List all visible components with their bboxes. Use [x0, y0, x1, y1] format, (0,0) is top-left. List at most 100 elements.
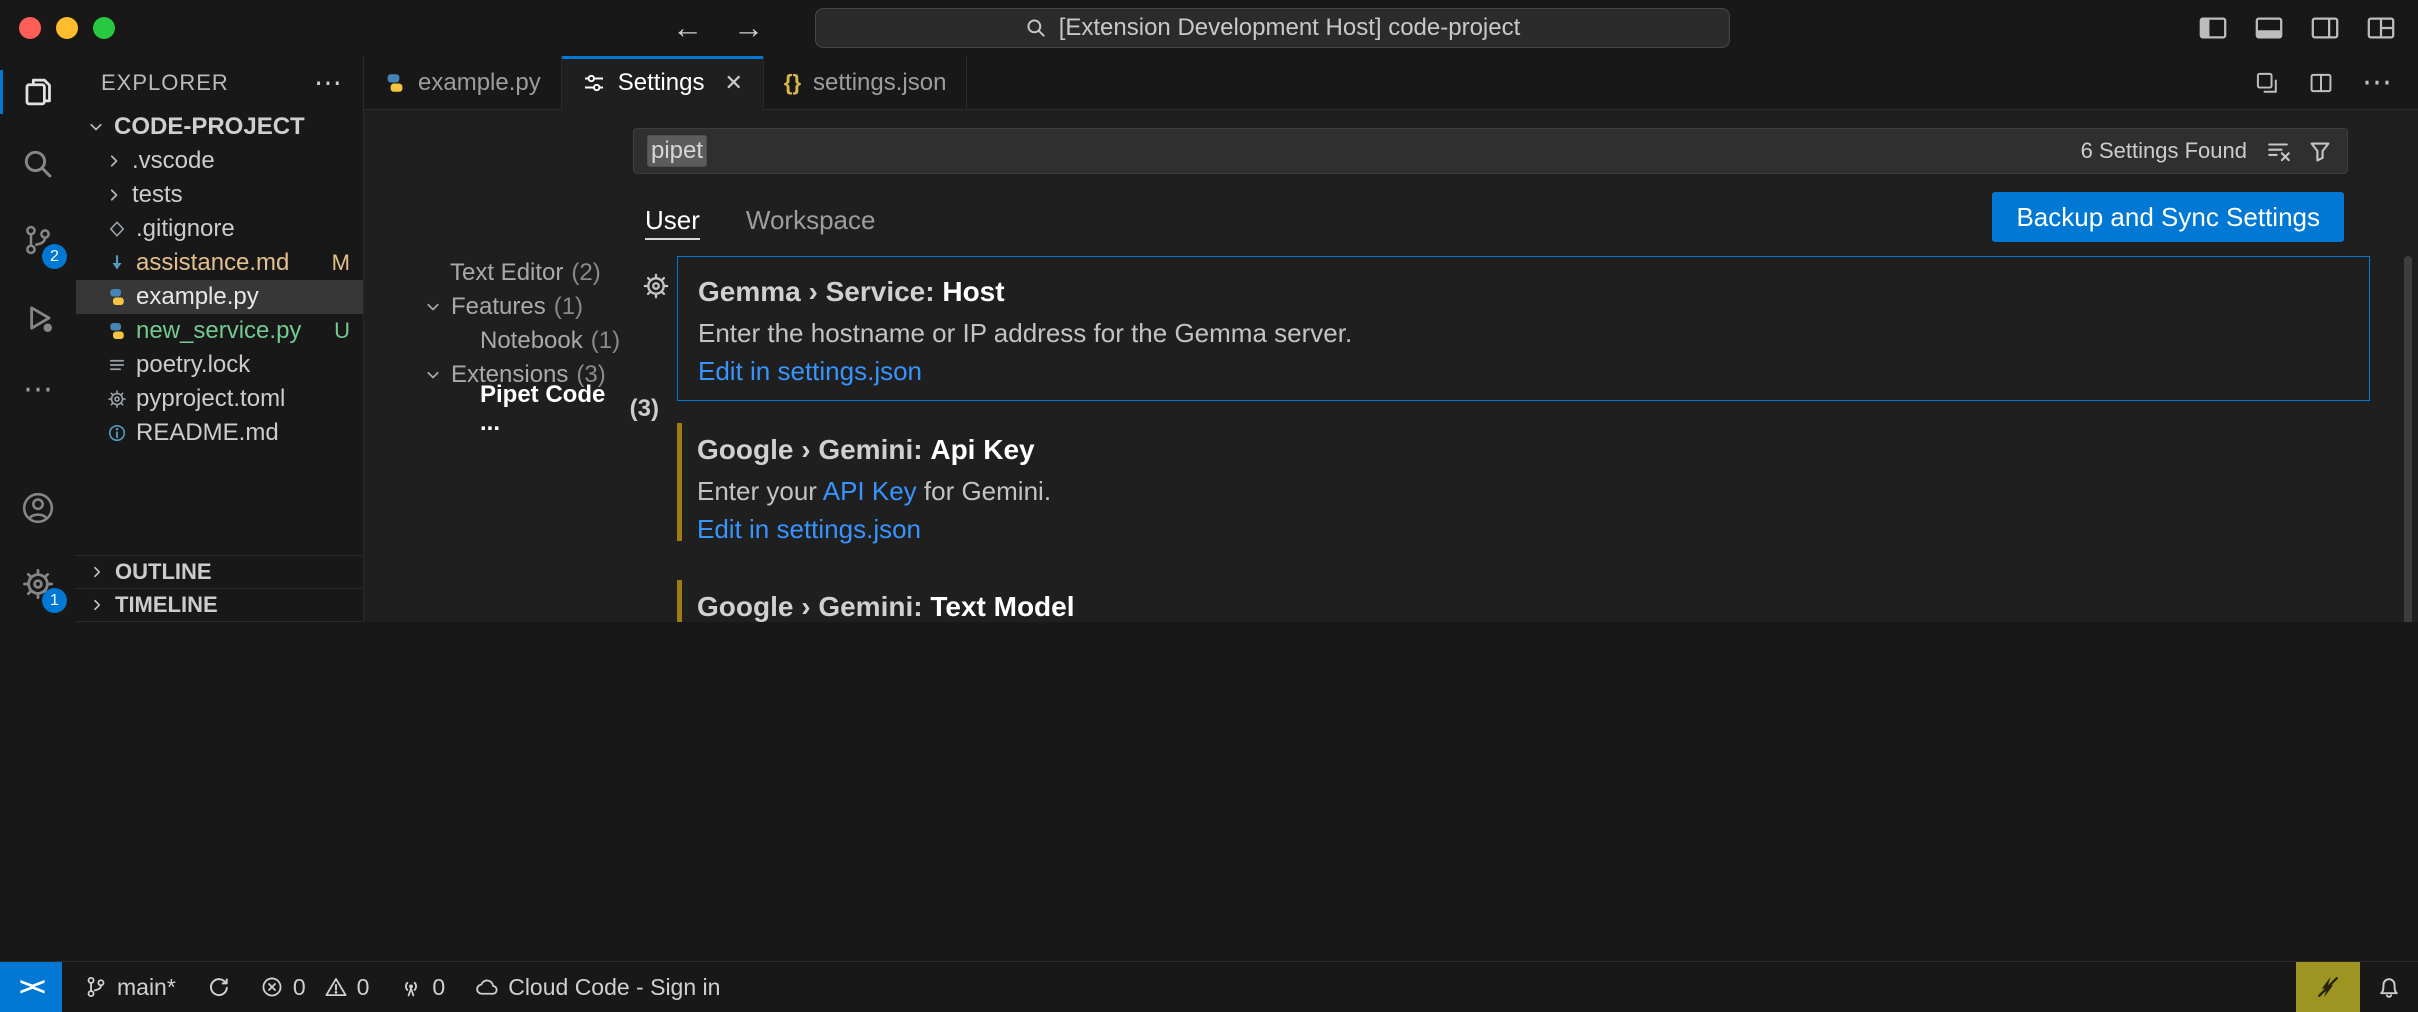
chevron-down-icon [423, 297, 443, 317]
scope-tab-user[interactable]: User [645, 194, 700, 246]
close-tab-icon[interactable]: ✕ [724, 70, 742, 96]
edit-in-settings-json-link[interactable]: Edit in settings.json [697, 514, 921, 544]
sidebar-title: EXPLORER [101, 70, 229, 96]
file-tree: CODE-PROJECT .vscode tests .gitignore as… [76, 110, 363, 450]
remote-indicator[interactable]: >< [0, 962, 62, 1012]
git-untracked-badge: U [334, 318, 350, 344]
tree-file-example-py[interactable]: example.py [76, 280, 363, 314]
vscode-window: ← → [Extension Development Host] code-pr… [0, 0, 2418, 1012]
clear-filters-icon[interactable] [2265, 138, 2291, 164]
accounts-button[interactable] [0, 472, 76, 544]
settings-list: Gemma › Service: Host Enter the hostname… [677, 256, 2370, 622]
title-bar: ← → [Extension Development Host] code-pr… [0, 0, 2418, 57]
cloud-icon [475, 975, 499, 999]
toc-features[interactable]: Features (1) [411, 290, 663, 324]
editor-more-actions-icon[interactable]: ⋯ [2362, 68, 2392, 98]
files-icon [21, 75, 55, 109]
search-value: pipet [648, 136, 706, 166]
tree-file-gitignore[interactable]: .gitignore [76, 212, 363, 246]
errors-icon [260, 975, 284, 999]
toml-file-icon [106, 389, 128, 409]
tab-example-py[interactable]: example.py [364, 56, 562, 110]
settings-search-input[interactable]: pipet 6 Settings Found [633, 128, 2348, 174]
tab-settings-json[interactable]: {} settings.json [764, 56, 968, 110]
history-forward-icon[interactable]: → [733, 10, 764, 46]
settings-found-count: 6 Settings Found [2081, 138, 2247, 164]
toc-pipet-code[interactable]: Pipet Code ... (3) [411, 392, 663, 426]
source-control-view-button[interactable]: 2 [0, 204, 76, 276]
settings-toc: Text Editor (2) Features (1) Notebook (1… [411, 256, 663, 426]
setting-gemma-service-host[interactable]: Gemma › Service: Host Enter the hostname… [677, 256, 2370, 401]
tree-file-new-service-py[interactable]: new_service.py U [76, 314, 363, 348]
cloud-code-status-item[interactable]: Cloud Code - Sign in [475, 974, 720, 1001]
manage-button[interactable]: 1 [0, 548, 76, 620]
toc-text-editor[interactable]: Text Editor (2) [411, 256, 663, 290]
chevron-right-icon [88, 563, 106, 581]
tree-file-assistance-md[interactable]: assistance.md M [76, 246, 363, 280]
toc-notebook[interactable]: Notebook (1) [411, 324, 663, 358]
explorer-more-actions-icon[interactable]: ⋯ [314, 69, 343, 97]
open-changes-icon[interactable] [2254, 70, 2280, 96]
settings-editor: pipet 6 Settings Found User Workspace Ba… [364, 110, 2418, 622]
sync-icon [206, 975, 230, 999]
minimize-window-button[interactable] [56, 17, 78, 39]
branch-status-item[interactable]: main* [84, 974, 176, 1001]
explorer-sidebar: EXPLORER ⋯ CODE-PROJECT .vscode tests .g… [76, 56, 364, 622]
editor-group: example.py Settings ✕ {} settings.json ⋯… [364, 56, 2418, 622]
notifications-button[interactable] [2360, 962, 2418, 1012]
activity-bar: 2 ⋯ 1 [0, 56, 76, 622]
tree-root-code-project[interactable]: CODE-PROJECT [76, 110, 363, 144]
run-debug-view-button[interactable] [0, 282, 76, 354]
tree-folder-vscode[interactable]: .vscode [76, 144, 363, 178]
split-editor-icon[interactable] [2308, 70, 2334, 96]
outline-section-header[interactable]: OUTLINE [76, 555, 363, 588]
setting-title: Google › Gemini: Api Key [697, 433, 2346, 466]
edit-in-settings-json-link[interactable]: Edit in settings.json [698, 356, 922, 386]
scope-tab-workspace[interactable]: Workspace [746, 194, 876, 246]
toggle-secondary-sidebar-icon[interactable] [2310, 13, 2340, 43]
chevron-down-icon [86, 117, 106, 137]
setting-description: Enter the hostname or IP address for the… [698, 318, 2345, 348]
tab-settings[interactable]: Settings ✕ [562, 56, 764, 110]
python-file-icon [106, 287, 128, 307]
info-file-icon [106, 423, 128, 443]
setting-google-gemini-api-key[interactable]: Google › Gemini: Api Key Enter your API … [677, 415, 2370, 558]
setting-google-gemini-text-model[interactable]: Google › Gemini: Text Model [677, 572, 2370, 622]
customize-layout-icon[interactable] [2366, 13, 2396, 43]
chevron-right-icon [104, 185, 124, 205]
tree-folder-tests[interactable]: tests [76, 178, 363, 212]
problems-status-item[interactable]: 0 0 [260, 974, 370, 1001]
sync-changes-button[interactable] [206, 975, 230, 999]
api-key-link[interactable]: API Key [823, 476, 917, 506]
settings-scope-tabs: User Workspace [645, 194, 875, 246]
setting-actions-gear-icon[interactable] [642, 272, 670, 300]
explorer-view-button[interactable] [0, 56, 76, 128]
tree-file-readme-md[interactable]: README.md [76, 416, 363, 450]
search-view-button[interactable] [0, 128, 76, 200]
settings-sliders-icon [582, 71, 606, 95]
bolt-slash-icon [2315, 974, 2341, 1000]
toggle-primary-sidebar-icon[interactable] [2198, 13, 2228, 43]
dev-host-warning-item[interactable] [2296, 962, 2360, 1012]
setting-title: Gemma › Service: Host [698, 275, 2345, 308]
filter-icon[interactable] [2307, 138, 2333, 164]
history-back-icon[interactable]: ← [672, 10, 703, 46]
zoom-window-button[interactable] [93, 17, 115, 39]
toggle-panel-icon[interactable] [2254, 13, 2284, 43]
tree-file-poetry-lock[interactable]: poetry.lock [76, 348, 363, 382]
command-center[interactable]: [Extension Development Host] code-projec… [815, 8, 1730, 48]
tree-file-pyproject-toml[interactable]: pyproject.toml [76, 382, 363, 416]
manage-badge: 1 [42, 588, 67, 613]
timeline-section-header[interactable]: TIMELINE [76, 588, 363, 622]
ports-status-item[interactable]: 0 [399, 974, 445, 1001]
git-file-icon [106, 219, 128, 239]
backup-sync-settings-button[interactable]: Backup and Sync Settings [1992, 192, 2344, 242]
chevron-down-icon [423, 365, 443, 385]
scrollbar[interactable] [2404, 256, 2412, 622]
git-branch-icon [84, 975, 108, 999]
status-bar: >< main* 0 0 0 [0, 961, 2418, 1012]
bell-icon [2376, 974, 2402, 1000]
python-file-icon [106, 321, 128, 341]
close-window-button[interactable] [19, 17, 41, 39]
additional-views-button[interactable]: ⋯ [0, 354, 76, 426]
